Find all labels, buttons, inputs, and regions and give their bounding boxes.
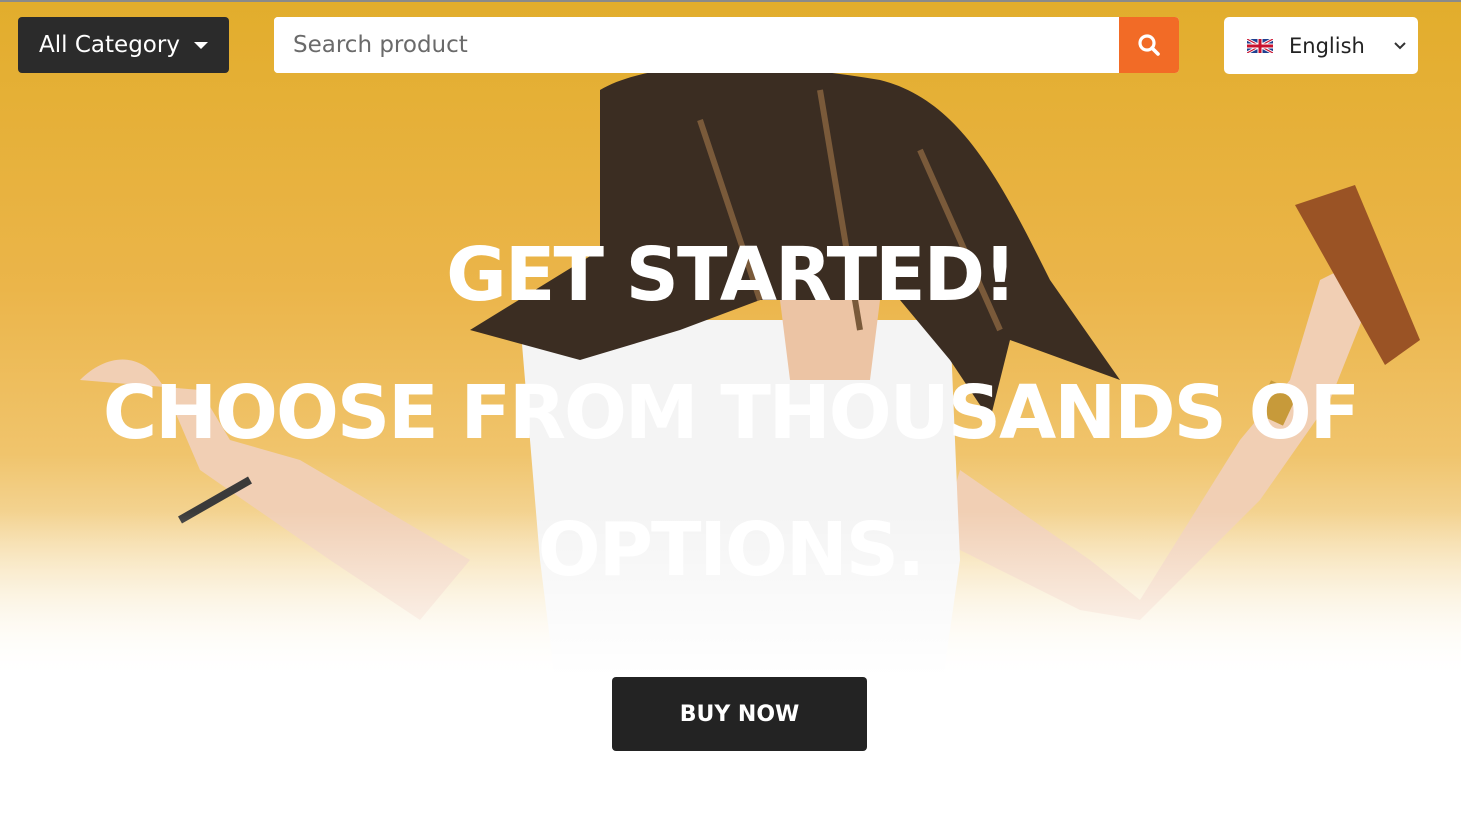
hero-headline-line-2: CHOOSE FROM THOUSANDS OF	[102, 370, 1360, 456]
caret-down-icon	[193, 41, 208, 49]
hero-banner: All Category English GET STARTED! CHOOSE…	[0, 0, 1461, 825]
search-icon	[1138, 34, 1160, 56]
search-input[interactable]	[274, 17, 1119, 73]
all-category-dropdown[interactable]: All Category	[18, 17, 229, 73]
hero-headline-line-3: OPTIONS.	[537, 507, 925, 593]
search-button[interactable]	[1119, 17, 1179, 73]
chevron-down-icon	[1394, 42, 1406, 50]
buy-now-button[interactable]: BUY NOW	[612, 677, 867, 751]
language-selector[interactable]: English	[1224, 17, 1418, 74]
uk-flag-icon	[1247, 38, 1273, 53]
search-bar	[274, 17, 1179, 73]
hero-headline-line-1: GET STARTED!	[446, 232, 1017, 318]
language-label: English	[1289, 33, 1365, 58]
category-label: All Category	[39, 32, 180, 58]
